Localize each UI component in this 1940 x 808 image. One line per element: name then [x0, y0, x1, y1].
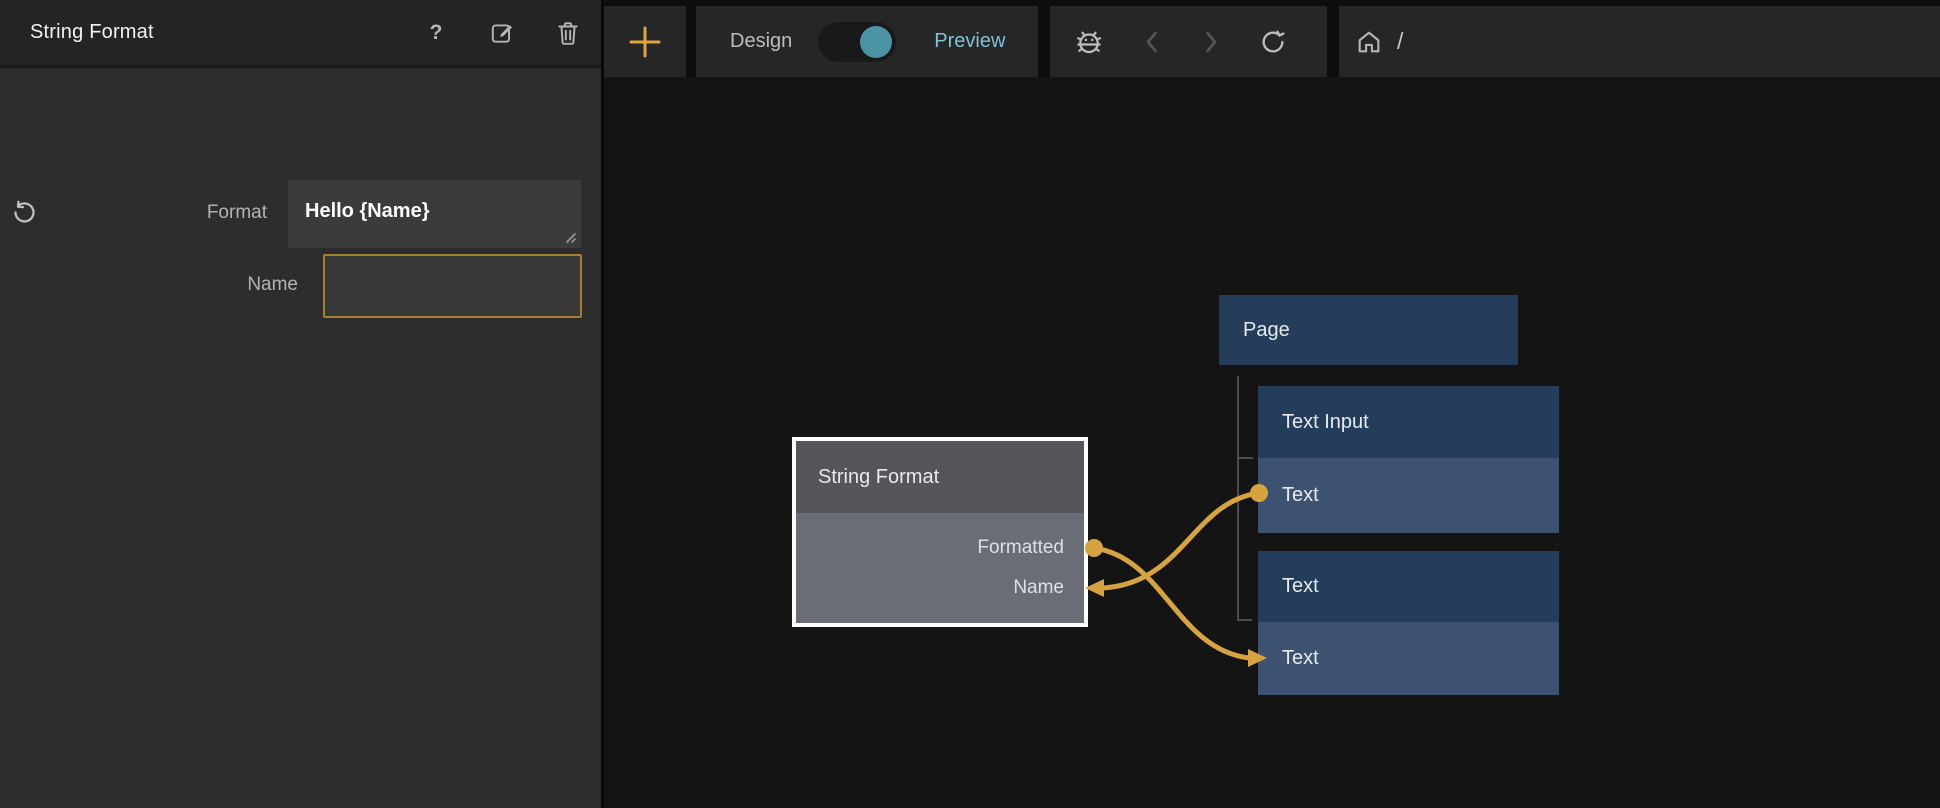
panel-header: String Format ?	[0, 0, 601, 68]
wire-textinput-to-name[interactable]	[1103, 493, 1259, 588]
panel-actions: ?	[423, 20, 581, 46]
hierarchy-line	[1238, 376, 1253, 620]
node-title: Text	[1258, 551, 1559, 622]
wire-formatted-to-text[interactable]	[1094, 548, 1249, 658]
refresh-icon	[1259, 28, 1287, 56]
undo-icon	[11, 199, 38, 226]
properties-panel: String Format ?	[0, 0, 601, 808]
port-formatted-output[interactable]: Formatted	[977, 537, 1064, 559]
format-label: Format	[100, 202, 267, 224]
app-window: String Format ?	[0, 0, 1940, 808]
question-icon: ?	[430, 21, 443, 45]
topbar: Design Preview	[604, 0, 1940, 77]
trash-icon	[556, 20, 580, 46]
name-input[interactable]	[323, 254, 582, 318]
name-label: Name	[138, 274, 298, 296]
chevron-right-icon	[1200, 29, 1222, 55]
help-button[interactable]: ?	[423, 20, 449, 46]
port-text-input[interactable]: Text	[1258, 622, 1559, 695]
port-text-output[interactable]: Text	[1258, 458, 1559, 533]
port-name-input[interactable]: Name	[1013, 577, 1064, 599]
pencil-square-icon	[489, 20, 515, 46]
node-canvas[interactable]: Page Text Input Text Text Text String Fo…	[604, 77, 1940, 808]
node-string-format-selected[interactable]: String Format Formatted Name	[792, 437, 1088, 627]
node-ports: Formatted Name	[796, 513, 1084, 623]
preview-mode-label[interactable]: Preview	[934, 30, 1005, 53]
node-title: Page	[1219, 295, 1518, 365]
toolbar-nav-section	[1050, 6, 1327, 77]
panel-body: Format Hello {Name} Name	[0, 68, 601, 805]
node-title: Text Input	[1258, 386, 1559, 458]
toolbar-add-section	[604, 6, 686, 77]
home-button[interactable]	[1355, 28, 1383, 56]
reset-button[interactable]	[8, 196, 40, 228]
toolbar-path-section: /	[1339, 6, 1940, 77]
toggle-knob	[860, 26, 892, 58]
forward-button[interactable]	[1200, 29, 1222, 55]
node-text-input[interactable]: Text Input Text	[1258, 386, 1559, 533]
bug-icon	[1074, 27, 1104, 57]
plus-icon	[628, 25, 662, 59]
panel-title: String Format	[30, 21, 154, 44]
node-page[interactable]: Page	[1219, 295, 1518, 365]
edit-button[interactable]	[489, 20, 515, 46]
route-path[interactable]: /	[1397, 28, 1403, 55]
toolbar-mode-section: Design Preview	[696, 6, 1038, 77]
refresh-button[interactable]	[1259, 28, 1287, 56]
node-text[interactable]: Text Text	[1258, 551, 1559, 695]
chevron-left-icon	[1141, 29, 1163, 55]
debug-button[interactable]	[1074, 27, 1104, 57]
back-button[interactable]	[1141, 29, 1163, 55]
design-mode-label[interactable]: Design	[730, 30, 792, 53]
node-title: String Format	[796, 441, 1084, 513]
format-input[interactable]: Hello {Name}	[288, 180, 581, 248]
add-node-button[interactable]	[628, 25, 662, 59]
design-preview-toggle[interactable]	[818, 22, 896, 62]
delete-button[interactable]	[555, 20, 581, 46]
home-icon	[1355, 28, 1383, 56]
